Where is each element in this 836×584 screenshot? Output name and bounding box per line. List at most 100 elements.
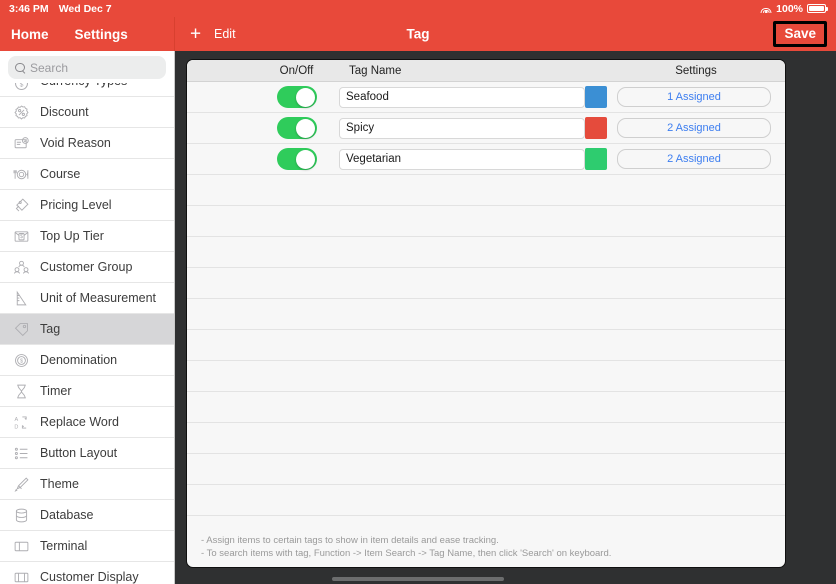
row-color-cell	[585, 117, 607, 139]
sidebar-item-button-layout[interactable]: Button Layout	[0, 438, 174, 469]
row-color-cell	[585, 86, 607, 108]
empty-table-row	[187, 175, 785, 206]
empty-table-row	[187, 330, 785, 361]
table-row: 1 Assigned	[187, 82, 785, 113]
home-indicator	[332, 577, 504, 581]
top-nav-bar: Home Settings + Edit Tag Save	[0, 17, 836, 51]
sidebar-item-label: Replace Word	[40, 415, 119, 429]
empty-table-row	[187, 423, 785, 454]
sidebar-item-label: Theme	[40, 477, 79, 491]
column-header-onoff: On/Off	[279, 64, 314, 77]
row-settings-cell: 2 Assigned	[607, 149, 785, 169]
sidebar-item-tag[interactable]: Tag	[0, 314, 174, 345]
toggle-knob	[296, 87, 315, 107]
terminal-icon	[12, 537, 30, 555]
ruler-icon	[12, 289, 30, 307]
cutlery-plate-icon	[12, 165, 30, 183]
sidebar-item-list: $ Currency Types Discount Void Reason	[0, 83, 174, 584]
tag-color-swatch[interactable]	[585, 86, 607, 108]
status-date: Wed Dec 7	[58, 2, 112, 15]
footer-notes: - Assign items to certain tags to show i…	[187, 534, 785, 567]
coin-icon: $	[12, 83, 30, 92]
database-icon	[12, 506, 30, 524]
tag-name-input[interactable]	[339, 86, 585, 108]
empty-table-row	[187, 237, 785, 268]
sidebar-item-label: Currency Types	[40, 83, 127, 88]
sidebar-item-replace-word[interactable]: AD Replace Word	[0, 407, 174, 438]
row-onoff-cell	[260, 148, 333, 170]
sidebar-item-database[interactable]: Database	[0, 500, 174, 531]
void-note-icon	[12, 134, 30, 152]
sidebar-item-theme[interactable]: Theme	[0, 469, 174, 500]
tag-color-swatch[interactable]	[585, 148, 607, 170]
sidebar-item-label: Course	[40, 167, 81, 181]
svg-text:A: A	[14, 416, 18, 422]
sidebar-item-label: Tag	[40, 322, 61, 336]
status-bar: 3:46 PM Wed Dec 7 100%	[0, 0, 836, 17]
sidebar-item-denomination[interactable]: $ Denomination	[0, 345, 174, 376]
sidebar-item-label: Void Reason	[40, 136, 111, 150]
empty-table-row	[187, 268, 785, 299]
footer-note-2: - To search items with tag, Function -> …	[201, 548, 612, 559]
hourglass-icon	[12, 382, 30, 400]
empty-table-row	[187, 361, 785, 392]
tag-color-swatch[interactable]	[585, 117, 607, 139]
sidebar-item-customer-group[interactable]: Customer Group	[0, 252, 174, 283]
search-input[interactable]: Search	[8, 56, 166, 79]
sidebar-item-label: Database	[40, 508, 94, 522]
row-color-cell	[585, 148, 607, 170]
sidebar-item-terminal[interactable]: Terminal	[0, 531, 174, 562]
list-layout-icon	[12, 444, 30, 462]
sidebar-item-label: Pricing Level	[40, 198, 112, 212]
price-tag-arrow-icon	[12, 196, 30, 214]
tag-name-input[interactable]	[339, 148, 585, 170]
sidebar-item-discount[interactable]: Discount	[0, 97, 174, 128]
app-root: 3:46 PM Wed Dec 7 100% Home Settings + E…	[0, 0, 836, 584]
sidebar-item-top-up-tier[interactable]: $ Top Up Tier	[0, 221, 174, 252]
people-group-icon	[12, 258, 30, 276]
sidebar-item-course[interactable]: Course	[0, 159, 174, 190]
tag-enabled-toggle[interactable]	[276, 86, 317, 108]
tag-enabled-toggle[interactable]	[276, 117, 317, 139]
row-onoff-cell	[260, 86, 333, 108]
column-header-settings: Settings	[675, 64, 717, 77]
svg-text:$: $	[19, 234, 22, 240]
search-container: Search	[0, 51, 174, 83]
row-settings-cell: 1 Assigned	[607, 87, 785, 107]
svg-text:$: $	[19, 358, 22, 364]
assigned-button[interactable]: 2 Assigned	[617, 118, 771, 138]
percent-badge-icon	[12, 103, 30, 121]
sidebar-item-unit-of-measurement[interactable]: Unit of Measurement	[0, 283, 174, 314]
tag-name-input[interactable]	[339, 117, 585, 139]
row-onoff-cell	[260, 117, 333, 139]
empty-table-row	[187, 485, 785, 516]
empty-table-row	[187, 454, 785, 485]
empty-table-row	[187, 299, 785, 330]
content-area: On/Off Tag Name Settings Seafood 1 Assig…	[175, 51, 836, 584]
battery-icon	[807, 4, 829, 13]
sidebar-item-void-reason[interactable]: Void Reason	[0, 128, 174, 159]
settings-sidebar[interactable]: Search $ Currency Types Discount Vo	[0, 51, 175, 584]
row-name-cell	[333, 117, 585, 139]
row-name-cell	[333, 86, 585, 108]
assigned-button[interactable]: 1 Assigned	[617, 87, 771, 107]
row-name-cell	[333, 148, 585, 170]
svg-text:$: $	[19, 83, 23, 88]
row-settings-cell: 2 Assigned	[607, 118, 785, 138]
tag-enabled-toggle[interactable]	[276, 148, 317, 170]
sidebar-item-customer-display[interactable]: Customer Display	[0, 562, 174, 584]
sidebar-item-currency-types[interactable]: $ Currency Types	[0, 83, 174, 97]
status-bar-left: 3:46 PM Wed Dec 7	[0, 3, 112, 15]
assigned-button[interactable]: 2 Assigned	[617, 149, 771, 169]
table-row: 2 Assigned	[187, 144, 785, 175]
sidebar-item-timer[interactable]: Timer	[0, 376, 174, 407]
empty-table-row	[187, 206, 785, 237]
wifi-icon	[760, 4, 772, 13]
sidebar-item-label: Terminal	[40, 539, 88, 553]
sidebar-item-label: Customer Display	[40, 570, 139, 584]
sidebar-item-label: Timer	[40, 384, 72, 398]
sidebar-item-label: Button Layout	[40, 446, 118, 460]
sidebar-item-pricing-level[interactable]: Pricing Level	[0, 190, 174, 221]
save-button[interactable]: Save	[773, 21, 827, 47]
sidebar-item-label: Discount	[40, 105, 89, 119]
